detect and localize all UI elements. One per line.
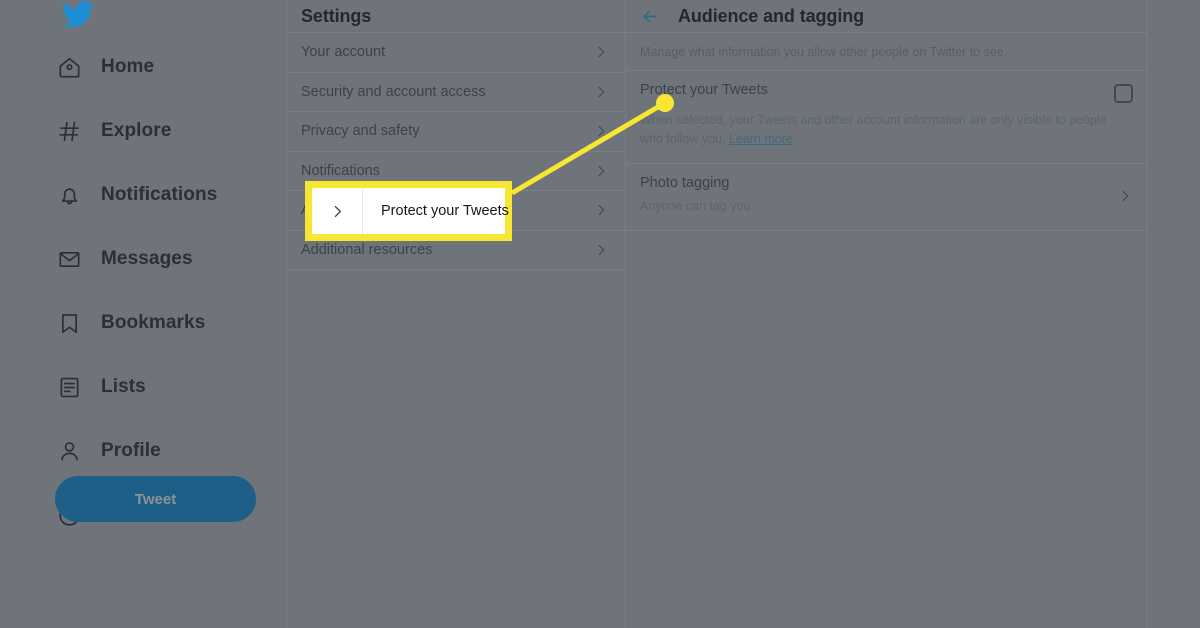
bell-icon [56,182,82,208]
photo-tagging-block[interactable]: Photo tagging Anyone can tag you [626,164,1147,231]
learn-more-link[interactable]: Learn more [729,132,793,146]
settings-item-label: Security and account access [301,83,486,100]
sidebar-item-label: Explore [101,120,172,141]
page-title: Settings [301,5,372,26]
settings-item-label: Your account [301,44,386,61]
sidebar-item-label: Bookmarks [101,312,206,333]
sidebar-item-home[interactable]: Home [56,46,217,88]
sidebar-item-label: Home [101,56,155,77]
detail-panel-description: Manage what information you allow other … [626,33,1147,71]
hashtag-icon [56,118,82,144]
bookmark-icon [56,310,82,336]
home-icon [56,54,82,80]
sidebar-item-lists[interactable]: Lists [56,366,217,408]
chevron-right-icon [593,202,609,218]
back-arrow-icon[interactable] [640,6,660,26]
photo-tagging-subtitle: Anyone can tag you [640,198,751,213]
twitter-bird-logo[interactable] [62,0,94,30]
sidebar-item-explore[interactable]: Explore [56,110,217,152]
sidebar-item-messages[interactable]: Messages [56,238,217,280]
protect-description-text: When selected, your Tweets and other acc… [640,113,1107,146]
detail-panel-title: Audience and tagging [678,5,865,26]
protect-your-tweets-checkbox[interactable] [1114,84,1133,103]
protect-your-tweets-description: When selected, your Tweets and other acc… [640,111,1133,149]
settings-item-notifications[interactable]: Notifications [287,152,625,191]
settings-item-label: Notifications [301,162,380,179]
settings-item-security-and-account-access[interactable]: Security and account access [287,73,625,112]
settings-item-label: Privacy and safety [301,123,420,140]
chevron-right-icon [593,123,609,139]
left-navigation-sidebar: Home Explore Notifications Messages Book… [0,0,287,628]
sidebar-item-label: Profile [101,440,161,461]
chevron-right-icon [1117,188,1133,204]
twitter-settings-app: Home Explore Notifications Messages Book… [0,0,1200,628]
person-icon [56,438,82,464]
protect-your-tweets-block[interactable]: Protect your Tweets When selected, your … [626,71,1147,164]
right-empty-area [1148,0,1200,628]
settings-header: Settings [287,0,625,33]
sidebar-item-label: Lists [101,376,146,397]
settings-item-additional-resources[interactable]: Additional resources [287,231,625,270]
sidebar-item-bookmarks[interactable]: Bookmarks [56,302,217,344]
sidebar-item-profile[interactable]: Profile [56,430,217,472]
settings-item-privacy-and-safety[interactable]: Privacy and safety [287,112,625,152]
photo-tagging-label: Photo tagging [640,175,730,191]
envelope-icon [56,246,82,272]
list-icon [56,374,82,400]
chevron-right-icon [593,163,609,179]
audience-and-tagging-panel: Audience and tagging Manage what informa… [626,0,1148,628]
chevron-right-icon [593,242,609,258]
sidebar-item-label: Notifications [101,184,218,205]
tweet-button[interactable]: Tweet [55,476,256,522]
detail-header: Audience and tagging [626,0,1147,33]
chevron-right-icon [593,84,609,100]
settings-item-accessibility-obscured[interactable]: A [287,191,625,231]
settings-item-label: A [301,202,311,219]
settings-item-your-account[interactable]: Your account [287,33,625,73]
protect-your-tweets-label: Protect your Tweets [640,82,768,98]
chevron-right-icon [593,44,609,60]
settings-item-label: Additional resources [301,241,433,258]
sidebar-item-label: Messages [101,248,193,269]
sidebar-item-notifications[interactable]: Notifications [56,174,217,216]
settings-column: Settings Your account Security and accou… [287,0,626,628]
